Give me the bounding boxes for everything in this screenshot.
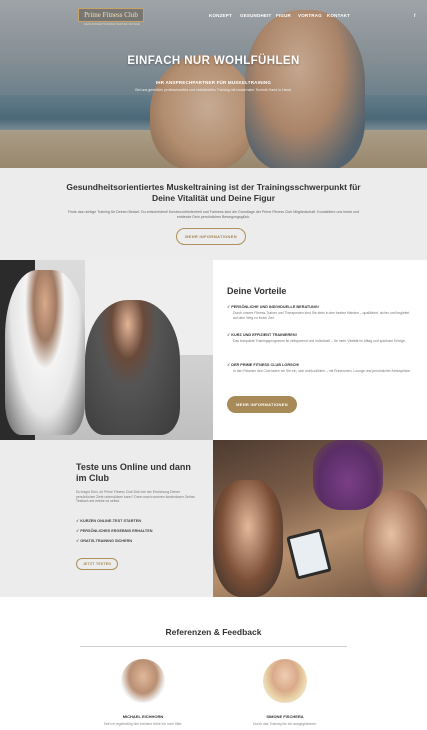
nav-item-vortrag[interactable]: VORTRAG xyxy=(298,13,322,18)
nav-item-figur[interactable]: FIGUR xyxy=(276,13,291,18)
tablet-device xyxy=(286,528,332,580)
intro-title: Gesundheitsorientiertes Muskeltraining i… xyxy=(66,182,361,203)
group-person xyxy=(363,490,427,597)
list-item: ✓ GRATIS-TRAINING SICHERN xyxy=(76,539,133,543)
list-item: ✓ KURZEN ONLINE-TEST STARTEN xyxy=(76,519,142,523)
group-person xyxy=(213,480,283,597)
main-navigation: KONZEPT GESUNDHEIT FIGUR VORTRAG KONTAKT… xyxy=(0,13,427,21)
benefits-section: Deine Vorteile ✓ PERSÖNLICHE UND INDIVID… xyxy=(213,260,427,440)
online-test-section: Teste uns Online und dann im Club Du fra… xyxy=(0,440,213,597)
references-title: Referenzen & Feedback xyxy=(165,627,262,637)
online-test-title: Teste uns Online und dann im Club xyxy=(76,462,191,483)
test-now-button[interactable]: JETZT TESTEN xyxy=(76,558,118,570)
hero-text: Bei uns genießen professionelles und ind… xyxy=(135,88,292,92)
hero-section: Prime Fitness Club GESUNDHEITSORIENTIERT… xyxy=(0,0,427,168)
benefit-heading: ✓ DER PRIME FITNESS CLUB LORSCH! xyxy=(227,363,300,367)
avatar xyxy=(263,659,307,703)
benefits-title: Deine Vorteile xyxy=(227,286,287,296)
intro-section: Gesundheitsorientiertes Muskeltraining i… xyxy=(0,168,427,260)
nav-item-kontakt[interactable]: KONTAKT xyxy=(327,13,350,18)
group-person xyxy=(313,440,383,510)
nav-item-konzept[interactable]: KONZEPT xyxy=(209,13,232,18)
benefit-item: ✓ PERSÖNLICHE UND INDIVIDUELLE BERATUNG!… xyxy=(227,304,412,320)
intro-text: Finde das richtige Training für Deinen B… xyxy=(67,210,360,219)
benefits-more-info-button[interactable]: MEHR INFORMATIONEN xyxy=(227,396,297,413)
group-photo xyxy=(213,440,427,597)
reference-name: SIMONE FISCHERA xyxy=(266,714,304,719)
hero-title: EINFACH NUR WOHLFÜHLEN xyxy=(127,55,300,67)
online-test-text: Du fragst Dich, ob Prime Fitness Club Di… xyxy=(76,490,196,504)
reference-name: MICHAEL EICHHORN xyxy=(122,714,164,719)
benefit-item: ✓ KURZ UND EFFIZIENT TRAINIEREN! Das kom… xyxy=(227,332,412,344)
list-item: ✓ PERSÖNLICHES ERGEBNIS ERHALTEN xyxy=(76,529,153,533)
logo-tagline: GESUNDHEITSORIENTIERTES MUSKELTRAINING xyxy=(84,22,140,26)
divider xyxy=(80,646,347,647)
reference-text: Durch das Training bin ich ausgeglichene… xyxy=(253,722,317,726)
benefit-heading: ✓ PERSÖNLICHE UND INDIVIDUELLE BERATUNG! xyxy=(227,305,319,309)
intro-more-info-button[interactable]: MEHR INFORMATIONEN xyxy=(176,228,246,245)
avatar xyxy=(121,659,165,703)
hero-subtitle: IHR ANSPRECHPARTNER FÜR MUSKELTRAINING xyxy=(155,80,272,85)
online-test-list: ✓ KURZEN ONLINE-TEST STARTEN ✓ PERSÖNLIC… xyxy=(76,516,206,546)
reference-text: Seit ich regelmäßig hier trainiere fühle… xyxy=(103,722,183,726)
benefit-text: In den Räumen des Club laden wir Sie ein… xyxy=(233,369,411,373)
trainer-photo xyxy=(0,260,213,440)
references-section: Referenzen & Feedback MICHAEL EICHHORN S… xyxy=(0,597,427,730)
client-figure xyxy=(85,300,180,435)
benefit-item: ✓ DER PRIME FITNESS CLUB LORSCH! In den … xyxy=(227,362,412,374)
benefit-heading: ✓ KURZ UND EFFIZIENT TRAINIEREN! xyxy=(227,333,297,337)
facebook-icon[interactable]: f xyxy=(414,13,416,18)
trainer-figure xyxy=(5,270,85,435)
nav-item-gesundheit[interactable]: GESUNDHEIT xyxy=(240,13,272,18)
benefit-text: Durch unsere Fitness-Trainer und Therape… xyxy=(233,311,410,320)
benefit-text: Das kompakte Trainingsprogramm ist zeits… xyxy=(233,339,406,343)
